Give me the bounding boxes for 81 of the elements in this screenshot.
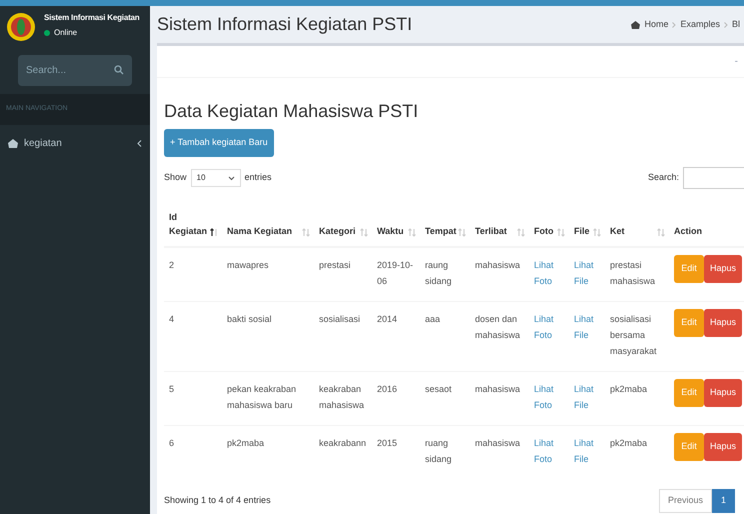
column-header[interactable]: Kategori [314,199,372,247]
table-link[interactable]: Lihat Foto [534,381,564,413]
table-cell: mahasiswa [475,260,520,270]
page-button[interactable]: 1 [712,489,735,513]
nav-label: kegiatan [24,136,62,150]
column-header[interactable]: Nama Kegiatan [222,199,314,247]
length-select[interactable]: 10 [190,169,241,187]
table-cell: aaa [425,314,440,324]
search-icon [114,65,124,75]
delete-button[interactable]: Hapus [704,379,742,407]
column-header[interactable]: File [569,199,605,247]
table-cell: pk2maba [227,438,264,448]
table-cell: keakrabann [319,438,366,448]
table-cell: sesaot [425,384,452,394]
table-link[interactable]: Lihat File [574,381,600,413]
table-cell: 2015 [377,438,398,448]
online-status-icon [44,30,50,36]
edit-button[interactable]: Edit [674,379,704,407]
page-button[interactable]: Previous [658,489,712,513]
length-label: entries [244,171,272,184]
nav-item[interactable]: kegiatan [0,125,150,161]
add-button[interactable]: + Tambah kegiatan Baru [164,129,274,157]
table-cell: 2 [169,260,174,270]
table-cell: 2014 [377,314,398,324]
table-cell: prestasi mahasiswa [610,260,656,286]
breadcrumb-separator-icon [724,22,728,28]
table-cell: keakraban mahasiswa [319,384,364,410]
table-link[interactable]: Lihat Foto [534,435,564,467]
table-cell: mahasiswa [475,384,520,394]
table-link[interactable]: Lihat Foto [534,311,564,343]
table-cell: dosen dan mahasiswa [475,314,520,340]
table-cell: 5 [169,384,174,394]
breadcrumb-link[interactable]: Examples [680,18,720,32]
delete-button[interactable]: Hapus [704,433,742,461]
table-cell: sosialisasi [319,314,360,324]
box-heading: Data Kegiatan Mahasiswa PSTI [164,100,420,123]
column-header[interactable]: Ket [605,199,669,247]
table-cell: pk2maba [610,384,648,394]
table-cell: 6 [169,438,174,448]
table-cell: mahasiswa [475,438,520,448]
table-cell: mawapres [227,260,269,270]
table-cell: pk2maba [610,438,648,448]
page-title: Sistem Informasi Kegiatan PSTI [157,13,412,36]
table-link[interactable]: Lihat File [574,257,600,289]
table-cell: raung sidang [425,260,452,286]
table-link[interactable]: Lihat Foto [534,257,564,289]
table-search-field[interactable] [683,167,744,189]
table-cell: bakti sosial [227,314,272,324]
table-link[interactable]: Lihat File [574,311,600,343]
table-cell: sosialisasi bersama masyarakat [610,314,657,356]
chevron-down-icon [228,176,235,180]
table-cell: 2016 [377,384,398,394]
edit-button[interactable]: Edit [674,433,704,461]
column-header[interactable]: Foto [529,199,569,247]
column-header[interactable]: Tempat [420,199,470,247]
column-header: Action [669,199,744,247]
column-header[interactable]: Terlibat [470,199,529,247]
table-info: Showing 1 to 4 of 4 entries [164,494,271,508]
collapse-button[interactable]: - [734,54,738,69]
search-field[interactable]: Search... [18,55,132,86]
breadcrumb-link[interactable]: Bl [732,18,740,32]
table-cell: ruang sidang [425,438,452,464]
app-name: Sistem Informasi Kegiatan [44,12,140,24]
table-cell: prestasi [319,260,351,270]
chevron-left-icon [137,140,142,146]
length-label: Show [164,171,187,184]
edit-button[interactable]: Edit [674,309,704,337]
table-cell: pekan keakraban mahasiswa baru [227,384,296,410]
delete-button[interactable]: Hapus [704,255,742,283]
breadcrumb-link[interactable]: Home [644,18,668,32]
edit-button[interactable]: Edit [674,255,704,283]
table-link[interactable]: Lihat File [574,435,600,467]
user-status: Online [54,27,78,39]
table-cell: 4 [169,314,174,324]
column-header[interactable]: Id Kegiatan [164,199,222,247]
column-header[interactable]: Waktu [372,199,420,247]
logo-icon [6,12,36,42]
table-cell: 2019-10-06 [377,260,414,286]
search-label: Search: [648,171,679,184]
delete-button[interactable]: Hapus [704,309,742,337]
breadcrumb-separator-icon [672,22,676,28]
